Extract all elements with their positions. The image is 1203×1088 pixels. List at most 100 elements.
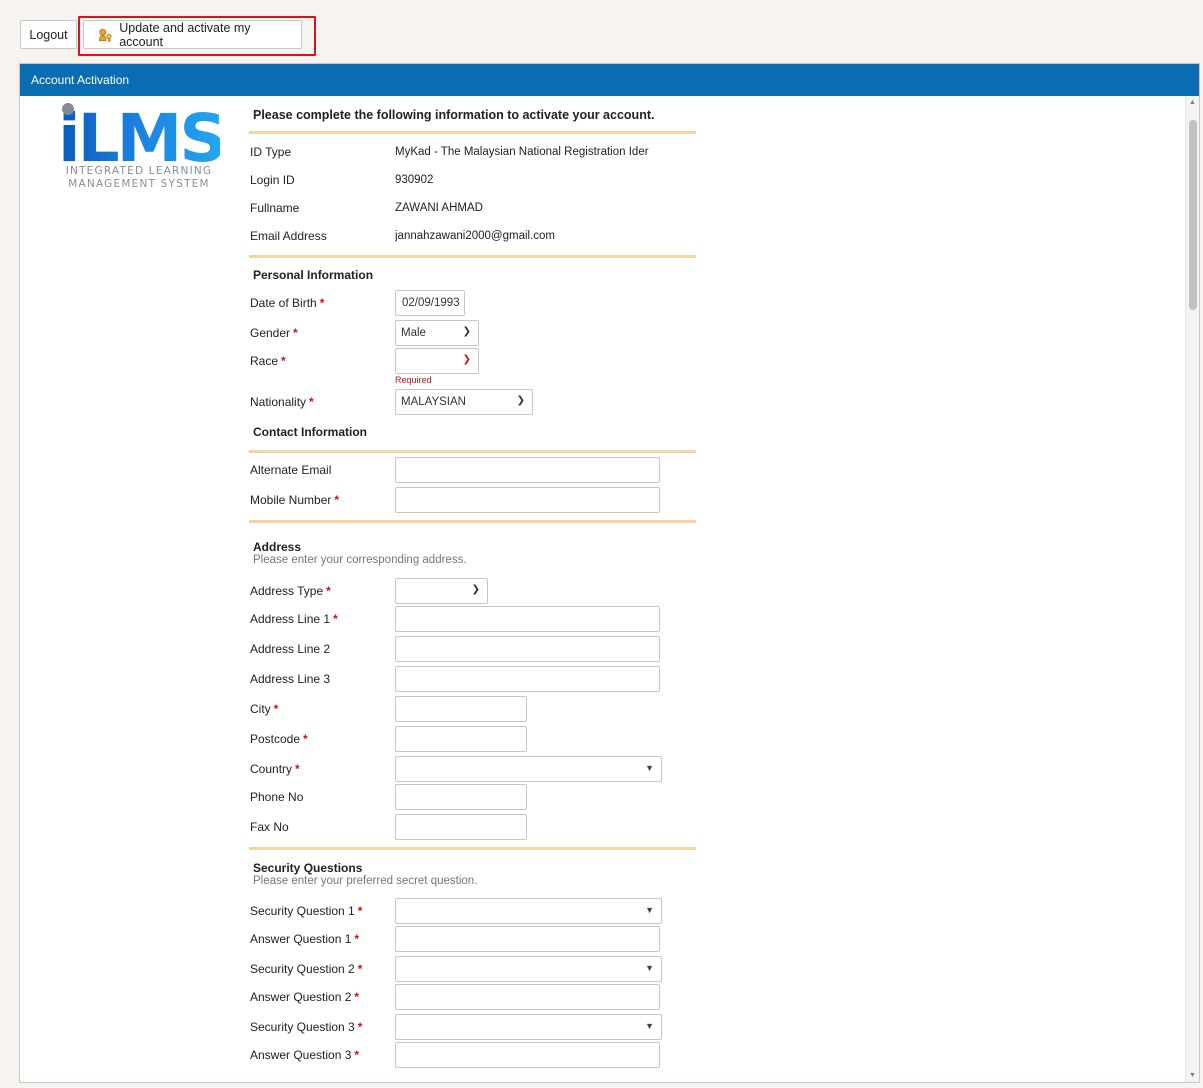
address-title: Address (253, 540, 302, 554)
highlight-box (78, 16, 316, 56)
form-intro: Please complete the following informatio… (253, 108, 655, 122)
security-title: Security Questions (253, 861, 363, 875)
country-label: Country * (250, 762, 300, 776)
address-line2-input[interactable] (395, 636, 660, 662)
address-line3-label: Address Line 3 (250, 672, 331, 686)
fax-row: Fax No (249, 814, 709, 840)
city-label: City * (250, 702, 279, 716)
id-type-value: MyKad - The Malaysian National Registrat… (395, 146, 649, 158)
security-subtitle: Please enter your preferred secret quest… (253, 875, 478, 887)
scrollbar-thumb[interactable] (1189, 120, 1197, 310)
divider (249, 450, 696, 453)
fullname-label: Fullname (250, 201, 300, 215)
gender-select[interactable]: Male ❯ (395, 320, 479, 346)
address-type-row: Address Type * ❯ (249, 578, 709, 604)
race-label: Race * (250, 354, 286, 368)
email-label: Email Address (250, 229, 327, 243)
divider (249, 255, 696, 258)
city-row: City * (249, 696, 709, 722)
chevron-down-icon: ❯ (516, 395, 525, 406)
logo-dot (62, 103, 74, 115)
security-q3-select[interactable]: ▼ (395, 1014, 662, 1040)
fax-label: Fax No (250, 820, 289, 834)
caret-down-icon: ▼ (645, 1021, 654, 1031)
email-value: jannahzawani2000@gmail.com (395, 230, 555, 242)
alt-email-label: Alternate Email (250, 463, 332, 477)
mobile-input[interactable] (395, 487, 660, 513)
logo-subtitle-2: MANAGEMENT SYSTEM (68, 178, 210, 190)
security-a2-row: Answer Question 2 * (249, 984, 709, 1010)
security-q2-select[interactable]: ▼ (395, 956, 662, 982)
login-id-row: Login ID 930902 (249, 168, 709, 192)
nationality-row: Nationality * MALAYSIAN ❯ (249, 389, 709, 415)
address-line2-label: Address Line 2 (250, 642, 331, 656)
address-subtitle: Please enter your corresponding address. (253, 554, 467, 566)
security-a1-input[interactable] (395, 926, 660, 952)
chevron-down-icon: ❯ (462, 354, 471, 365)
dob-input[interactable]: 02/09/1993 (395, 290, 465, 316)
caret-down-icon: ▼ (645, 963, 654, 973)
security-q3-row: Security Question 3 * ▼ (249, 1014, 709, 1040)
security-q3-label: Security Question 3 * (250, 1020, 363, 1034)
id-type-label: ID Type (250, 145, 292, 159)
nationality-label: Nationality * (250, 395, 314, 409)
id-type-row: ID Type MyKad - The Malaysian National R… (249, 140, 709, 164)
alt-email-input[interactable] (395, 457, 660, 483)
personal-info-title: Personal Information (253, 268, 374, 282)
gender-row: Gender * Male ❯ (249, 320, 709, 346)
gender-label: Gender * (250, 326, 298, 340)
panel-title: Account Activation (31, 73, 130, 87)
logout-button[interactable]: Logout (20, 20, 77, 49)
mobile-label: Mobile Number * (250, 493, 340, 507)
postcode-label: Postcode * (250, 732, 308, 746)
mobile-row: Mobile Number * (249, 487, 709, 513)
security-q1-select[interactable]: ▼ (395, 898, 662, 924)
security-a2-input[interactable] (395, 984, 660, 1010)
security-a3-input[interactable] (395, 1042, 660, 1068)
postcode-input[interactable] (395, 726, 527, 752)
address-line1-row: Address Line 1 * (249, 606, 709, 632)
nationality-select-value: MALAYSIAN (401, 396, 466, 408)
scroll-up-icon[interactable]: ▲ (1189, 99, 1196, 106)
caret-down-icon: ▼ (645, 905, 654, 915)
security-q1-row: Security Question 1 * ▼ (249, 898, 709, 924)
security-q1-label: Security Question 1 * (250, 904, 363, 918)
address-line2-row: Address Line 2 (249, 636, 709, 662)
address-line1-input[interactable] (395, 606, 660, 632)
address-line1-label: Address Line 1 * (250, 612, 338, 626)
security-a3-label: Answer Question 3 * (250, 1048, 360, 1062)
alt-email-row: Alternate Email (249, 457, 709, 483)
address-type-select[interactable]: ❯ (395, 578, 488, 604)
logo-mark: iLMS (58, 103, 227, 172)
gender-select-value: Male (401, 327, 426, 339)
contact-info-title: Contact Information (253, 425, 367, 439)
dob-row: Date of Birth * 02/09/1993 (249, 290, 709, 316)
security-a3-row: Answer Question 3 * (249, 1042, 709, 1068)
address-type-label: Address Type * (250, 584, 331, 598)
dob-label: Date of Birth * (250, 296, 325, 310)
nationality-select[interactable]: MALAYSIAN ❯ (395, 389, 533, 415)
login-id-label: Login ID (250, 173, 295, 187)
chevron-down-icon: ❯ (471, 584, 480, 595)
fullname-value: ZAWANI AHMAD (395, 202, 483, 214)
caret-down-icon: ▼ (645, 763, 654, 773)
chevron-down-icon: ❯ (462, 326, 471, 337)
race-error-message: Required (395, 375, 432, 385)
vertical-scrollbar[interactable]: ▲ ▼ (1185, 96, 1199, 1082)
address-line3-input[interactable] (395, 666, 660, 692)
address-line3-row: Address Line 3 (249, 666, 709, 692)
logo-mark-text: iLMS (58, 100, 227, 177)
divider (249, 847, 696, 850)
race-row: Race * ❯ (249, 348, 709, 374)
country-select[interactable]: ▼ (395, 756, 662, 782)
fullname-row: Fullname ZAWANI AHMAD (249, 196, 709, 220)
scroll-down-icon[interactable]: ▼ (1189, 1072, 1196, 1079)
city-input[interactable] (395, 696, 527, 722)
phone-input[interactable] (395, 784, 527, 810)
race-select[interactable]: ❯ (395, 348, 479, 374)
account-activation-panel: Account Activation iLMS INTEGRATED LEARN… (19, 63, 1200, 1083)
phone-row: Phone No (249, 784, 709, 810)
security-q2-row: Security Question 2 * ▼ (249, 956, 709, 982)
fax-input[interactable] (395, 814, 527, 840)
postcode-row: Postcode * (249, 726, 709, 752)
